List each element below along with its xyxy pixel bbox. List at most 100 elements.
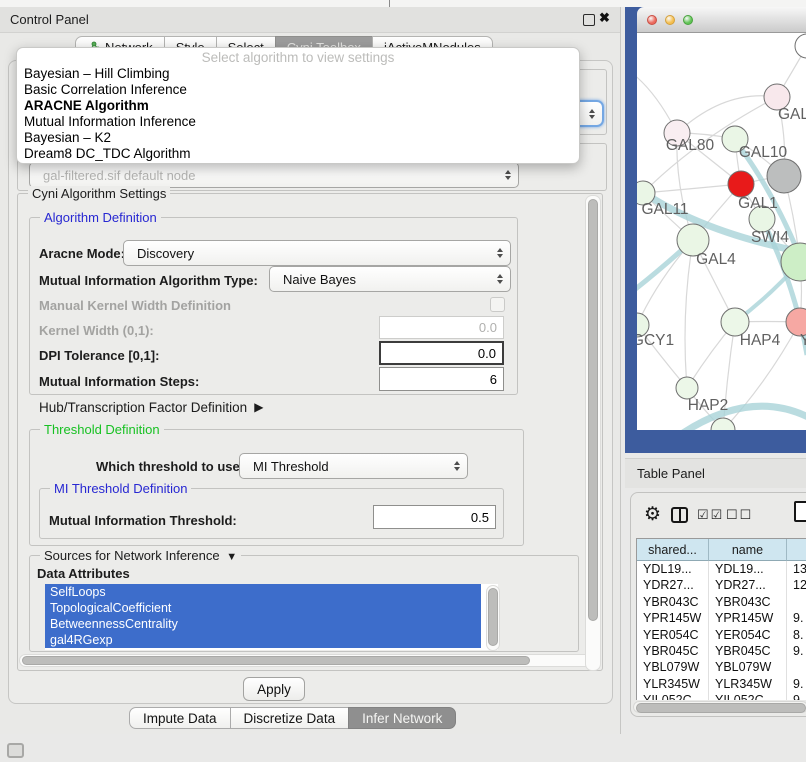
table-cell[interactable]: YLR345W (637, 676, 709, 692)
network-combobox[interactable]: gal-filtered.sif default node (29, 162, 519, 188)
float-window-icon[interactable] (583, 14, 595, 26)
threshold-definition-title: Threshold Definition (40, 422, 164, 437)
gear-icon[interactable]: ⚙ (644, 503, 661, 526)
table-cell[interactable]: 9. (787, 692, 806, 700)
algorithm-option-dream8-dc-tdc-algorithm[interactable]: Dream8 DC_TDC Algorithm (17, 146, 579, 162)
table-horizontal-scrollbar[interactable] (633, 701, 806, 713)
node-hub-gray[interactable] (767, 159, 801, 193)
table-cell[interactable] (787, 659, 806, 675)
network-graph[interactable]: GALGAL80GAL10GAL1GAL11SWI4GAL4GCY1HAP4YH… (637, 33, 806, 430)
table-row[interactable]: YER054CYER054C8. (637, 627, 806, 643)
table-cell[interactable]: YDR27... (709, 577, 787, 593)
close-icon[interactable]: ✖ (599, 10, 610, 26)
table-cell[interactable]: YIL052C (709, 692, 787, 700)
algorithm-option-bayesian-k2[interactable]: Bayesian – K2 (17, 130, 579, 146)
aracne-mode-combobox[interactable]: Discovery (123, 240, 511, 266)
table-row[interactable]: YBL079WYBL079W (637, 659, 806, 675)
table-cell[interactable]: 12 (787, 577, 806, 593)
table-cell[interactable]: YDR27... (637, 577, 709, 593)
node-hap2[interactable] (676, 377, 698, 399)
attribute-list-scrollbar[interactable] (486, 585, 500, 651)
expand-right-arrow-icon[interactable]: ▶ (251, 400, 264, 414)
algorithm-option-basic-correlation-inference[interactable]: Basic Correlation Inference (17, 82, 579, 98)
table-cell[interactable]: YBR045C (637, 643, 709, 659)
mi-type-combobox[interactable]: Naive Bayes (269, 266, 511, 292)
table-cell[interactable]: 9. (787, 676, 806, 692)
settings-horizontal-scrollbar[interactable] (19, 654, 593, 667)
table-cell[interactable]: YPR145W (637, 610, 709, 626)
manual-kernel-checkbox[interactable] (490, 297, 505, 312)
table-cell[interactable]: YBR045C (709, 643, 787, 659)
table-row[interactable]: YDL19...YDL19...13 (637, 561, 806, 577)
table-cell[interactable]: 9. (787, 610, 806, 626)
algorithm-option-mutual-information-inference[interactable]: Mutual Information Inference (17, 114, 579, 130)
attribute-item-betweennesscentrality[interactable]: BetweennessCentrality (45, 616, 481, 632)
table-body[interactable]: YDL19...YDL19...13YDR27...YDR27...12YBR0… (637, 561, 806, 700)
settings-group-title: Cyni Algorithm Settings (28, 186, 170, 201)
collapse-down-arrow-icon[interactable]: ▼ (223, 551, 237, 563)
network-window-titlebar[interactable] (637, 7, 806, 33)
split-columns-icon[interactable] (671, 507, 688, 523)
close-traffic-light-icon[interactable] (647, 15, 657, 25)
minimized-panel-icon[interactable] (7, 743, 24, 758)
column-header-name[interactable]: name (709, 539, 787, 561)
table-cell[interactable]: 9. (787, 643, 806, 659)
table-cell[interactable]: YER054C (637, 627, 709, 643)
tab-impute-data[interactable]: Impute Data (129, 707, 231, 729)
document-icon[interactable] (794, 501, 806, 522)
table-cell[interactable]: YBL079W (637, 659, 709, 675)
table-header-row[interactable]: shared...nameA (637, 539, 806, 561)
table-cell[interactable]: 13 (787, 561, 806, 577)
mi-steps-field[interactable]: 6 (379, 367, 504, 391)
mi-threshold-field[interactable]: 0.5 (373, 505, 496, 529)
table-row[interactable]: YPR145WYPR145W9. (637, 610, 806, 626)
attribute-item-selfloops[interactable]: SelfLoops (45, 584, 481, 600)
table-cell[interactable]: YBL079W (709, 659, 787, 675)
sources-group-title[interactable]: Sources for Network Inference ▼ (40, 548, 241, 563)
algorithm-option-bayesian-hill-climbing[interactable]: Bayesian – Hill Climbing (17, 66, 579, 82)
table-cell[interactable]: YBR043C (637, 594, 709, 610)
algorithm-option-aracne-algorithm[interactable]: ARACNE Algorithm (17, 98, 579, 114)
algorithm-definition-title: Algorithm Definition (40, 210, 161, 225)
table-cell[interactable]: YPR145W (709, 610, 787, 626)
zoom-traffic-light-icon[interactable] (683, 15, 693, 25)
node-gal1[interactable] (728, 171, 754, 197)
minimize-traffic-light-icon[interactable] (665, 15, 675, 25)
column-header-a[interactable]: A (787, 539, 806, 561)
attribute-item-topologicalcoefficient[interactable]: TopologicalCoefficient (45, 600, 481, 616)
which-threshold-combobox[interactable]: MI Threshold (239, 453, 468, 479)
data-attributes-list[interactable]: SelfLoopsTopologicalCoefficientBetweenne… (45, 584, 498, 650)
table-cell[interactable]: YDL19... (637, 561, 709, 577)
network-view-window[interactable]: GALGAL80GAL10GAL1GAL11SWI4GAL4GCY1HAP4YH… (625, 7, 806, 453)
table-cell[interactable]: YER054C (709, 627, 787, 643)
settings-vertical-scrollbar[interactable] (585, 195, 601, 671)
network-canvas[interactable]: GALGAL80GAL10GAL1GAL11SWI4GAL4GCY1HAP4YH… (637, 33, 806, 430)
node-label-gal80: GAL80 (666, 137, 715, 154)
node-attribute-table[interactable]: shared...nameA YDL19...YDL19...13YDR27..… (636, 538, 806, 700)
apply-button-label: Apply (257, 682, 291, 697)
table-row[interactable]: YBR043CYBR043C (637, 594, 806, 610)
table-cell[interactable]: YDL19... (709, 561, 787, 577)
dpi-tolerance-field[interactable]: 0.0 (379, 341, 504, 365)
table-cell[interactable]: YIL052C (637, 692, 709, 700)
table-cell[interactable] (787, 594, 806, 610)
table-row[interactable]: YDR27...YDR27...12 (637, 577, 806, 593)
node-label-gal1: GAL1 (738, 195, 778, 212)
kernel-width-field[interactable]: 0.0 (379, 316, 504, 339)
tab-infer-network[interactable]: Infer Network (348, 707, 456, 729)
column-header-shared[interactable]: shared... (637, 539, 709, 561)
table-cell[interactable]: YBR043C (709, 594, 787, 610)
apply-button[interactable]: Apply (243, 677, 305, 701)
table-cell[interactable]: 8. (787, 627, 806, 643)
node-label-gcy1: GCY1 (637, 332, 674, 349)
node-top-partial[interactable] (795, 34, 806, 58)
tab-discretize-data[interactable]: Discretize Data (230, 707, 350, 729)
checkbox-pair-unchecked-icon[interactable]: ☐☐ (726, 507, 753, 523)
hub-definition-toggle[interactable]: Hub/Transcription Factor Definition ▶ (39, 400, 263, 415)
table-row[interactable]: YIL052CYIL052C9. (637, 692, 806, 700)
table-row[interactable]: YBR045CYBR045C9. (637, 643, 806, 659)
checkbox-pair-checked-icon[interactable]: ☑☑ (697, 507, 724, 523)
attribute-item-gal4rgexp[interactable]: gal4RGexp (45, 632, 481, 648)
table-cell[interactable]: YLR345W (709, 676, 787, 692)
table-row[interactable]: YLR345WYLR345W9. (637, 676, 806, 692)
